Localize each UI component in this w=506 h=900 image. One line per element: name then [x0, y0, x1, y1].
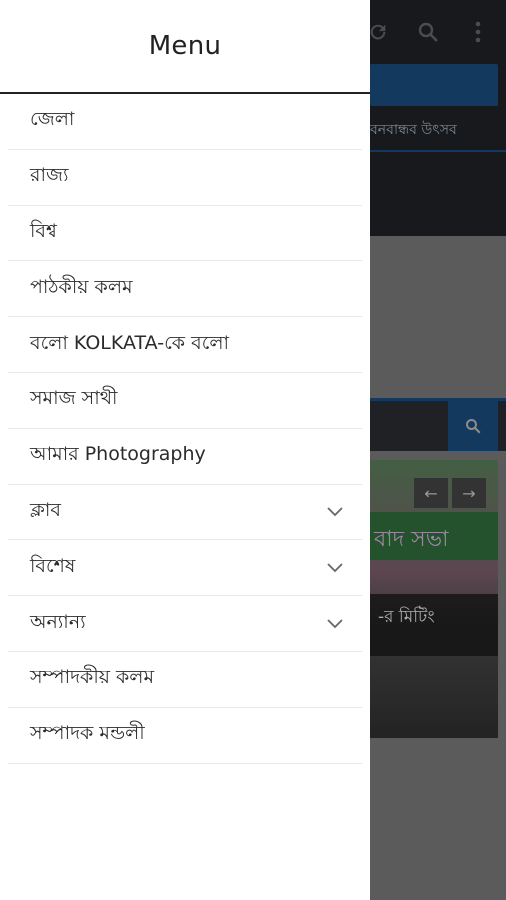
menu-item-label: বলো KOLKATA-কে বলো: [30, 331, 230, 354]
menu-item-label: ক্লাব: [30, 498, 61, 521]
menu-item[interactable]: পাঠকীয় কলম: [8, 261, 362, 318]
menu-item-label: বিশেষ: [30, 554, 76, 577]
chevron-down-icon[interactable]: [326, 616, 344, 632]
menu-item-label: সমাজ সাথী: [30, 387, 118, 410]
menu-item[interactable]: বলো KOLKATA-কে বলো: [8, 317, 362, 373]
menu-item[interactable]: ক্লাব: [8, 485, 362, 541]
menu-item-label: সম্পাদক মন্ডলী: [30, 722, 145, 745]
navigation-drawer: Menu জেলা রাজ্য বিশ্ব পাঠকীয় কলম বলো KOLKAT…: [0, 0, 370, 900]
menu-item-label: জেলা: [30, 108, 75, 131]
menu-item[interactable]: সম্পাদকীয় কলম: [8, 652, 362, 708]
drawer-menu: জেলা রাজ্য বিশ্ব পাঠকীয় কলম বলো KOLKATA-কে …: [0, 94, 370, 764]
menu-item[interactable]: রাজ্য: [8, 150, 362, 206]
menu-item[interactable]: আমার Photography: [8, 429, 362, 485]
menu-item-label: আমার Photography: [30, 443, 206, 466]
chevron-down-icon[interactable]: [326, 504, 344, 520]
menu-item[interactable]: সম্পাদক মন্ডলী: [8, 708, 362, 764]
drawer-title: Menu: [148, 31, 222, 61]
menu-item-label: রাজ্য: [30, 164, 69, 187]
menu-item-label: বিশ্ব: [30, 219, 57, 242]
menu-item[interactable]: সমাজ সাথী: [8, 373, 362, 429]
menu-item-label: সম্পাদকীয় কলম: [30, 666, 155, 689]
scrim[interactable]: [370, 0, 506, 900]
chevron-down-icon[interactable]: [326, 560, 344, 576]
menu-item[interactable]: জেলা: [8, 94, 362, 150]
menu-item[interactable]: বিশেষ: [8, 540, 362, 597]
drawer-header: Menu: [0, 0, 370, 94]
menu-item-label: অন্যান্য: [30, 610, 86, 633]
menu-item[interactable]: বিশ্ব: [8, 206, 362, 262]
menu-item[interactable]: অন্যান্য: [8, 596, 362, 652]
menu-item-label: পাঠকীয় কলম: [30, 275, 133, 298]
